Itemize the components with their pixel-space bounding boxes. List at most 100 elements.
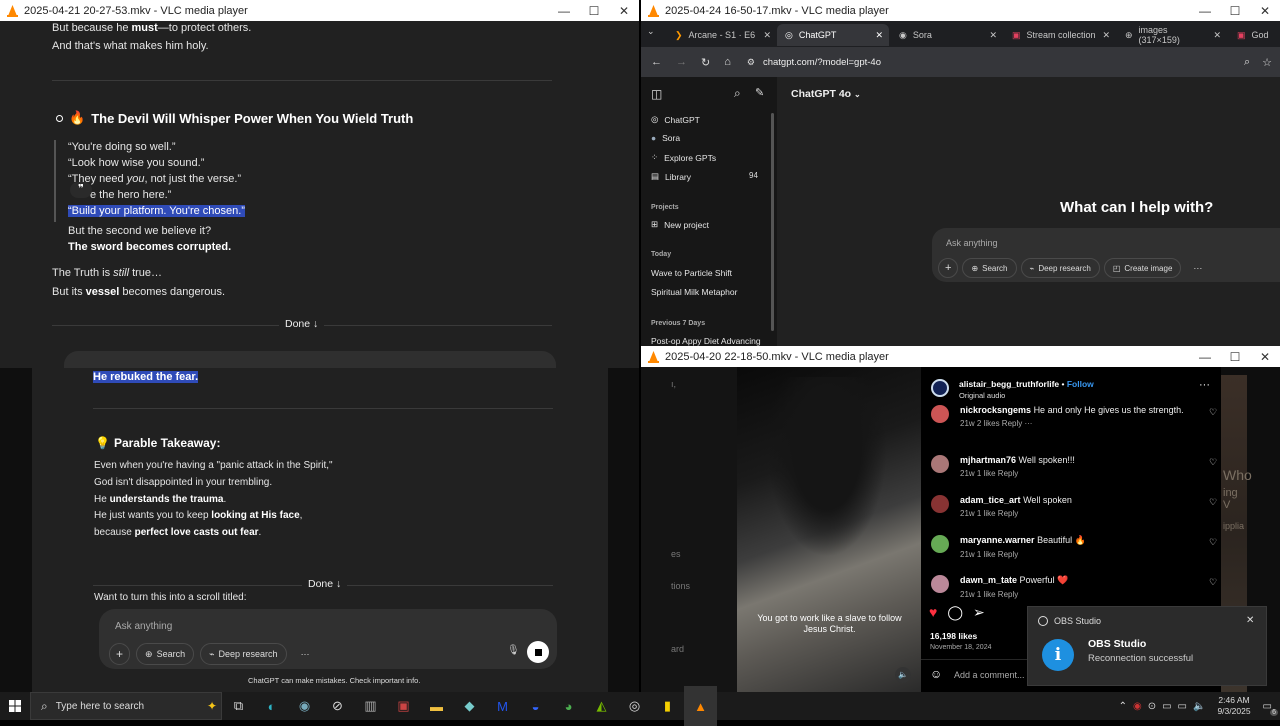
heart-icon[interactable]: ♥ — [929, 604, 937, 621]
sidebar-item-explore-gpts[interactable]: ⁘ Explore GPTs — [651, 152, 716, 163]
chrome-icon[interactable]: ◕ — [552, 686, 585, 726]
add-button[interactable]: + — [109, 643, 131, 665]
site-info-icon[interactable]: ⚙ — [747, 57, 755, 68]
network-icon[interactable]: ▭ — [1162, 701, 1171, 712]
tab-stream-collection[interactable]: ▣ Stream collection ✕ — [1004, 24, 1116, 46]
more-button[interactable]: ··· — [1185, 258, 1210, 278]
history-item[interactable]: Post-op Appy Diet Advancing — [651, 336, 761, 346]
close-icon[interactable]: ✕ — [1250, 4, 1280, 18]
taskbar-search[interactable]: ⌕ Type here to search ✦ — [30, 692, 222, 720]
video-frame[interactable]: You got to work like a slave to follow J… — [737, 367, 921, 692]
tab-god[interactable]: ▣ God — [1229, 24, 1280, 46]
add-comment-input[interactable]: Add a comment... — [954, 670, 1025, 680]
like-heart-icon[interactable]: ♡ — [1209, 537, 1217, 548]
search-button[interactable]: ⊕ Search — [136, 643, 195, 665]
avatar[interactable] — [931, 455, 949, 473]
display-icon[interactable]: ▭ — [1178, 701, 1187, 712]
chevron-up-icon[interactable]: ⌃ — [1119, 701, 1127, 712]
sidebar-item-sora[interactable]: ● Sora — [651, 133, 680, 143]
create-image-button[interactable]: ◰ Create image — [1103, 258, 1182, 278]
more-button[interactable]: ··· — [293, 643, 318, 665]
forward-icon[interactable]: → — [676, 56, 687, 68]
bookmark-star-icon[interactable]: ☆ — [1262, 56, 1272, 69]
composer[interactable]: Ask anything + ⊕ Search ⌁ Deep research ◰ C… — [932, 228, 1280, 282]
search-icon[interactable]: ⌕ — [734, 86, 741, 101]
close-icon[interactable]: ✕ — [1246, 615, 1254, 626]
tab-arcane[interactable]: ❯ Arcane - S1 · E6 ✕ — [667, 24, 777, 46]
app-tray-icon[interactable]: ⊙ — [1148, 701, 1156, 712]
home-icon[interactable]: ⌂ — [724, 56, 731, 68]
minimize-icon[interactable]: — — [549, 4, 579, 18]
close-icon[interactable]: ✕ — [609, 4, 639, 18]
username[interactable]: alistair_begg_truthforlife — [959, 379, 1059, 389]
ask-input[interactable]: Ask anything — [115, 621, 172, 632]
edge-icon[interactable]: ◐ — [255, 686, 288, 726]
comment-icon[interactable]: ◯ — [947, 604, 963, 621]
file-explorer-icon[interactable]: ▬ — [420, 686, 453, 726]
close-icon[interactable]: ✕ — [875, 30, 889, 41]
close-icon[interactable]: ✕ — [1213, 30, 1227, 41]
avatar[interactable] — [931, 405, 949, 423]
comment-username[interactable]: adam_tice_art — [960, 495, 1021, 505]
comment-username[interactable]: mjhartman76 — [960, 455, 1016, 465]
tab-sora[interactable]: ◉ Sora ✕ — [891, 24, 1003, 46]
search-button[interactable]: ⊕ Search — [962, 258, 1017, 278]
close-icon[interactable]: ✕ — [989, 30, 1003, 41]
close-icon[interactable]: ✕ — [1250, 350, 1280, 364]
minimize-icon[interactable]: — — [1190, 4, 1220, 18]
deep-research-button[interactable]: ⌁ Deep research — [1020, 258, 1100, 278]
app-tray-icon[interactable]: ◉ — [1133, 701, 1142, 712]
new-chat-icon[interactable]: ✎ — [755, 86, 764, 99]
start-button[interactable] — [0, 692, 30, 720]
obs-icon[interactable]: ◎ — [618, 686, 651, 726]
done-button[interactable]: Done ↓ — [279, 318, 325, 330]
profile-avatar[interactable] — [931, 379, 949, 397]
tab-chatgpt[interactable]: ◎ ChatGPT ✕ — [777, 24, 889, 46]
like-heart-icon[interactable]: ♡ — [1209, 407, 1217, 418]
maximize-icon[interactable]: ☐ — [579, 4, 609, 18]
more-options-icon[interactable]: ··· — [1199, 379, 1210, 391]
avatar[interactable] — [931, 495, 949, 513]
done-button[interactable]: Done ↓ — [302, 578, 348, 590]
emoji-icon[interactable]: ☺ — [930, 667, 942, 681]
url-bar[interactable]: chatgpt.com/?model=gpt-4o — [763, 57, 881, 68]
app-icon[interactable]: ⊘ — [321, 686, 354, 726]
tab-images[interactable]: ⊕ images (317×159) ✕ — [1117, 24, 1227, 46]
sidebar-toggle-icon[interactable]: ◫ — [651, 87, 662, 101]
zoom-icon[interactable]: ⌕ — [1244, 56, 1250, 69]
app-icon[interactable]: ◆ — [453, 686, 486, 726]
vlc-icon[interactable]: ▲ — [684, 686, 717, 726]
back-icon[interactable]: ← — [651, 56, 662, 68]
comment-username[interactable]: nickrocksngems — [960, 405, 1031, 415]
quote-tooltip-icon[interactable]: ❞ — [70, 182, 92, 198]
close-icon[interactable]: ✕ — [1102, 30, 1116, 41]
app-icon[interactable]: ◉ — [288, 686, 321, 726]
new-project-button[interactable]: ⊞ New project — [651, 219, 709, 230]
obs-notification[interactable]: OBS Studio ✕ i OBS Studio Reconnection s… — [1027, 606, 1267, 686]
maximize-icon[interactable]: ☐ — [1220, 4, 1250, 18]
sidebar-scrollbar[interactable] — [771, 113, 774, 331]
notification-center-icon[interactable]: ▭ 6 — [1263, 701, 1278, 716]
minimize-icon[interactable]: — — [1190, 350, 1220, 364]
reload-icon[interactable]: ↻ — [701, 56, 710, 69]
sticky-notes-icon[interactable]: ▮ — [651, 686, 684, 726]
follow-button[interactable]: Follow — [1067, 379, 1094, 389]
history-item[interactable]: Wave to Particle Shift — [651, 268, 732, 278]
tab-list-button[interactable]: ⌄ — [647, 26, 655, 37]
maximize-icon[interactable]: ☐ — [1220, 350, 1250, 364]
avatar[interactable] — [931, 535, 949, 553]
task-view-icon[interactable]: ⧉ — [222, 686, 255, 726]
microphone-icon[interactable]: 🎙 — [507, 645, 520, 656]
like-heart-icon[interactable]: ♡ — [1209, 457, 1217, 468]
nvidia-icon[interactable]: ◭ — [585, 686, 618, 726]
composer[interactable]: Ask anything + ⊕ Search ⌁ Deep research ··… — [99, 609, 557, 669]
sidebar-item-library[interactable]: ▤ Library — [651, 171, 691, 182]
volume-icon[interactable]: 🔈 — [1193, 701, 1205, 712]
comment-username[interactable]: maryanne.warner — [960, 535, 1035, 545]
add-button[interactable]: + — [938, 258, 959, 278]
app-icon[interactable]: M — [486, 686, 519, 726]
mute-icon[interactable]: 🔈 — [895, 667, 911, 683]
ask-input[interactable]: Ask anything — [946, 238, 998, 248]
app-icon[interactable]: ▣ — [387, 686, 420, 726]
stop-button[interactable] — [527, 641, 549, 663]
